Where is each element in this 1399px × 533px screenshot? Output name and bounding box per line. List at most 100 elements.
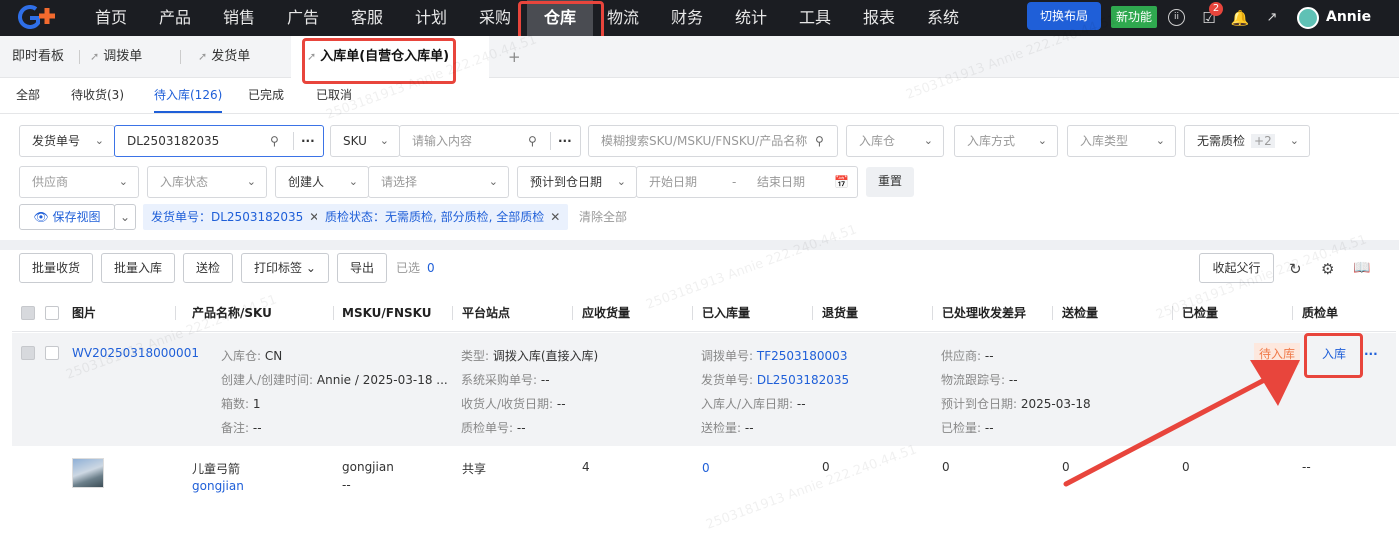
tab-transfer[interactable]: ➚ 调拨单: [90, 36, 142, 78]
expand-all-toggle[interactable]: [21, 306, 35, 320]
shipment-link[interactable]: DL2503182035: [757, 373, 849, 387]
group-sent-qc: 送检量: --: [701, 419, 754, 436]
inbound-qty-link[interactable]: 0: [702, 461, 710, 475]
chevron-down-icon: ⌄: [94, 134, 104, 147]
tip-icon[interactable]: ii: [1168, 9, 1185, 26]
tab-dashboard[interactable]: 即时看板: [12, 36, 64, 78]
ship-no-input[interactable]: DL2503182035 ⚲ ···: [114, 125, 324, 157]
nav-ads[interactable]: 广告: [275, 0, 331, 36]
subtab-cancelled[interactable]: 已取消: [316, 78, 352, 113]
chevron-down-icon: ⌄: [118, 175, 128, 188]
ship-no-select[interactable]: 发货单号 ⌄: [19, 125, 115, 157]
search-icon[interactable]: ⚲: [811, 126, 824, 156]
sku-input-placeholder: 请输入内容: [412, 134, 473, 148]
close-icon[interactable]: ✕: [550, 210, 560, 224]
send-qc-button[interactable]: 送检: [183, 253, 233, 283]
user-name[interactable]: Annie: [1326, 0, 1371, 34]
app-logo[interactable]: [16, 5, 62, 31]
sku-select[interactable]: SKU ⌄: [330, 125, 400, 157]
nav-reports[interactable]: 报表: [851, 0, 907, 36]
type-select[interactable]: 入库类型 ⌄: [1067, 125, 1176, 157]
clear-all-link[interactable]: 清除全部: [579, 204, 627, 230]
supplier-select[interactable]: 供应商 ⌄: [19, 166, 139, 198]
product-sku-link[interactable]: gongjian: [192, 479, 244, 493]
fullscreen-icon[interactable]: ↗: [1262, 8, 1282, 28]
col-divider: [452, 306, 453, 320]
subtab-completed[interactable]: 已完成: [248, 78, 284, 113]
reset-button[interactable]: 重置: [866, 167, 914, 197]
nav-service[interactable]: 客服: [339, 0, 395, 36]
tab-shipment[interactable]: ➚ 发货单: [198, 36, 250, 78]
value: 1: [252, 397, 261, 411]
creator-input[interactable]: 请选择 ⌄: [368, 166, 509, 198]
nav-sales[interactable]: 销售: [211, 0, 267, 36]
group-tracking: 物流跟踪号: --: [941, 371, 1018, 388]
nav-stats[interactable]: 统计: [723, 0, 779, 36]
save-view-dropdown[interactable]: ⌄: [114, 204, 136, 230]
search-icon[interactable]: ⚲: [528, 126, 537, 156]
group-remark: 备注: --: [221, 419, 262, 436]
collapse-parent-button[interactable]: 收起父行: [1199, 253, 1274, 283]
nav-product[interactable]: 产品: [147, 0, 203, 36]
col-divider: [572, 306, 573, 320]
add-tab-button[interactable]: +: [508, 36, 521, 78]
nav-plan[interactable]: 计划: [403, 0, 459, 36]
value: --: [540, 373, 550, 387]
transfer-link[interactable]: TF2503180003: [757, 349, 848, 363]
selected-label: 已选: [396, 261, 421, 275]
nav-home[interactable]: 首页: [83, 0, 139, 36]
nav-tools[interactable]: 工具: [787, 0, 843, 36]
new-feature-button[interactable]: 新功能: [1111, 6, 1157, 28]
chevron-down-icon: ⌄: [119, 210, 131, 224]
highlight-inbound-action-box: [1304, 333, 1363, 378]
pin-icon[interactable]: ➚: [198, 50, 207, 63]
more-icon[interactable]: ···: [301, 126, 315, 156]
batch-receive-button[interactable]: 批量收货: [19, 253, 93, 283]
col-site: 平台站点: [462, 306, 511, 320]
collapse-group-toggle[interactable]: [21, 346, 35, 360]
order-number-link[interactable]: WV20250318000001: [72, 346, 199, 360]
more-icon[interactable]: ···: [558, 126, 572, 156]
creator-select[interactable]: 创建人 ⌄: [275, 166, 369, 198]
label: 送检量:: [701, 421, 742, 435]
value: Annie / 2025-03-18 ...: [316, 373, 448, 387]
bell-icon[interactable]: 🔔: [1230, 8, 1250, 28]
select-all-checkbox[interactable]: [45, 306, 59, 320]
more-actions-icon[interactable]: ···: [1364, 343, 1378, 365]
status-select[interactable]: 入库状态 ⌄: [147, 166, 267, 198]
fuzzy-search-input[interactable]: 模糊搜索SKU/MSKU/FNSKU/产品名称 ⚲: [588, 125, 838, 157]
print-label-button[interactable]: 打印标签 ⌄: [241, 253, 329, 283]
label: 入库仓:: [221, 349, 262, 363]
nav-purchase[interactable]: 采购: [467, 0, 523, 36]
export-button[interactable]: 导出: [337, 253, 387, 283]
date-type-select[interactable]: 预计到仓日期 ⌄: [517, 166, 637, 198]
checked-qty: 0: [1182, 460, 1190, 474]
save-view-button[interactable]: 👁 保存视图: [19, 204, 115, 230]
nav-system[interactable]: 系统: [915, 0, 971, 36]
row-checkbox[interactable]: [45, 346, 59, 360]
group-qc-no: 质检单号: --: [461, 419, 526, 436]
method-select-label: 入库方式: [967, 134, 1016, 148]
calendar-icon[interactable]: 📅: [834, 167, 849, 197]
value: --: [252, 421, 262, 435]
sku-input[interactable]: 请输入内容 ⚲ ···: [399, 125, 581, 157]
date-range-input[interactable]: 开始日期 - 结束日期 📅: [636, 166, 858, 198]
nav-finance[interactable]: 财务: [659, 0, 715, 36]
warehouse-select[interactable]: 入库仓 ⌄: [846, 125, 944, 157]
gear-icon[interactable]: ⚙: [1321, 260, 1334, 278]
refresh-icon[interactable]: ↻: [1289, 260, 1302, 278]
subtab-all[interactable]: 全部: [16, 78, 40, 113]
search-icon[interactable]: ⚲: [270, 126, 279, 156]
subtab-pending-inbound[interactable]: 待入库(126): [154, 78, 223, 113]
switch-layout-button[interactable]: 切换布局: [1027, 2, 1101, 30]
batch-inbound-button[interactable]: 批量入库: [101, 253, 175, 283]
warehouse-select-label: 入库仓: [859, 134, 896, 148]
product-image[interactable]: [72, 458, 104, 488]
pin-icon[interactable]: ➚: [90, 50, 99, 63]
qc-select[interactable]: 无需质检 +2 ⌄: [1184, 125, 1310, 157]
avatar[interactable]: [1297, 7, 1319, 29]
chevron-down-icon: ⌄: [348, 175, 358, 188]
subtab-pending-receive[interactable]: 待收货(3): [71, 78, 124, 113]
method-select[interactable]: 入库方式 ⌄: [954, 125, 1058, 157]
book-icon[interactable]: 📖: [1353, 260, 1370, 276]
